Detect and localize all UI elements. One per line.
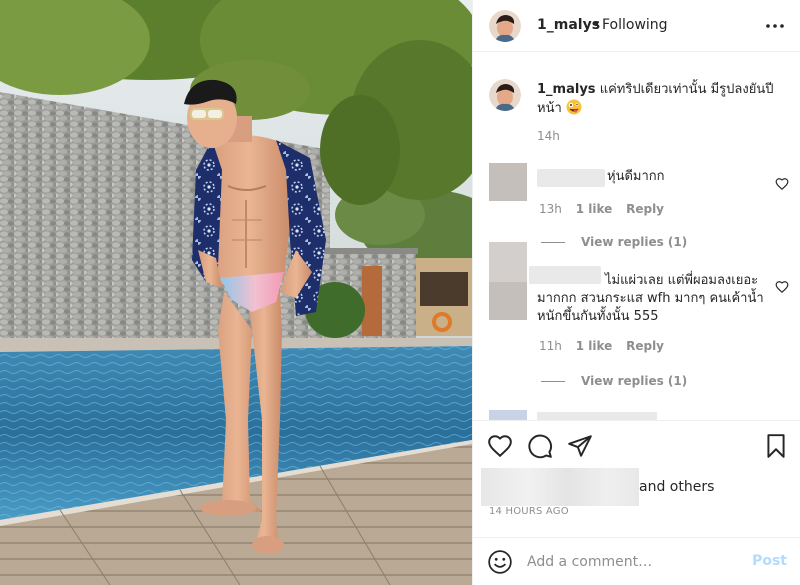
- view-replies-button[interactable]: View replies (1): [541, 374, 687, 388]
- post-photo[interactable]: [0, 0, 472, 585]
- author-avatar[interactable]: [489, 10, 521, 42]
- post-side-panel: 1_malys • Following 1_malys แค่ทริปเดียว…: [472, 0, 800, 585]
- comment-time: 11h: [539, 339, 562, 353]
- view-replies-button[interactable]: View replies (1): [541, 235, 687, 249]
- share-paper-plane-icon[interactable]: [567, 433, 593, 459]
- zany-face-emoji-icon: [566, 99, 582, 115]
- author-username[interactable]: 1_malys: [537, 17, 600, 33]
- following-button[interactable]: Following: [602, 17, 668, 33]
- post-header: 1_malys • Following: [473, 0, 800, 52]
- post-actions-bar: [473, 420, 800, 470]
- comment-meta: 11h 1 like Reply: [539, 339, 674, 353]
- likes-summary[interactable]: and others: [473, 466, 800, 506]
- like-heart-icon[interactable]: [487, 433, 513, 459]
- post-timestamp: 14 HOURS AGO: [489, 506, 569, 517]
- caption-username[interactable]: 1_malys: [537, 82, 596, 97]
- redacted-username: [537, 169, 605, 187]
- comment-time: 13h: [539, 202, 562, 216]
- commenter-avatar[interactable]: [489, 163, 527, 201]
- caption-text-block: 1_malys แค่ทริปเดียวเท่านั้น มีรูปลงยันป…: [537, 81, 787, 118]
- commenter-avatar[interactable]: [489, 242, 527, 282]
- reply-button[interactable]: Reply: [626, 339, 664, 353]
- post-image: [0, 0, 472, 585]
- header-separator: •: [592, 17, 601, 33]
- view-replies-line: [541, 381, 565, 382]
- view-replies-label: View replies (1): [581, 374, 688, 388]
- next-comment-avatar-partial: [489, 410, 527, 420]
- comment-likes[interactable]: 1 like: [576, 339, 613, 353]
- comment-like-icon[interactable]: [775, 280, 789, 294]
- comment-input[interactable]: [527, 550, 747, 574]
- save-bookmark-icon[interactable]: [763, 433, 789, 459]
- caption-time: 14h: [537, 129, 560, 143]
- comment-likes[interactable]: 1 like: [576, 202, 613, 216]
- next-comment-partial: [537, 412, 657, 420]
- view-replies-line: [541, 242, 565, 243]
- comment-like-icon[interactable]: [775, 177, 789, 191]
- comment-meta: 13h 1 like Reply: [539, 202, 674, 216]
- reply-button[interactable]: Reply: [626, 202, 664, 216]
- redacted-likers: [481, 468, 639, 506]
- view-replies-label: View replies (1): [581, 235, 688, 249]
- comment-text: ไม่แผ่วเลย แต่พี่ผอมลงเยอะมากกก สวนกระแส…: [537, 273, 764, 324]
- commenter-avatar-lower: [489, 282, 527, 320]
- post-comment-button[interactable]: Post: [752, 553, 787, 569]
- comment-bubble-icon[interactable]: [527, 433, 553, 459]
- likes-others-text[interactable]: and others: [639, 479, 714, 495]
- more-options-icon[interactable]: [763, 14, 787, 38]
- add-comment-bar: Post: [473, 537, 800, 585]
- comment-text: หุ่นดีมากก: [607, 169, 665, 184]
- caption-avatar[interactable]: [489, 79, 521, 111]
- emoji-smile-icon[interactable]: [487, 549, 513, 575]
